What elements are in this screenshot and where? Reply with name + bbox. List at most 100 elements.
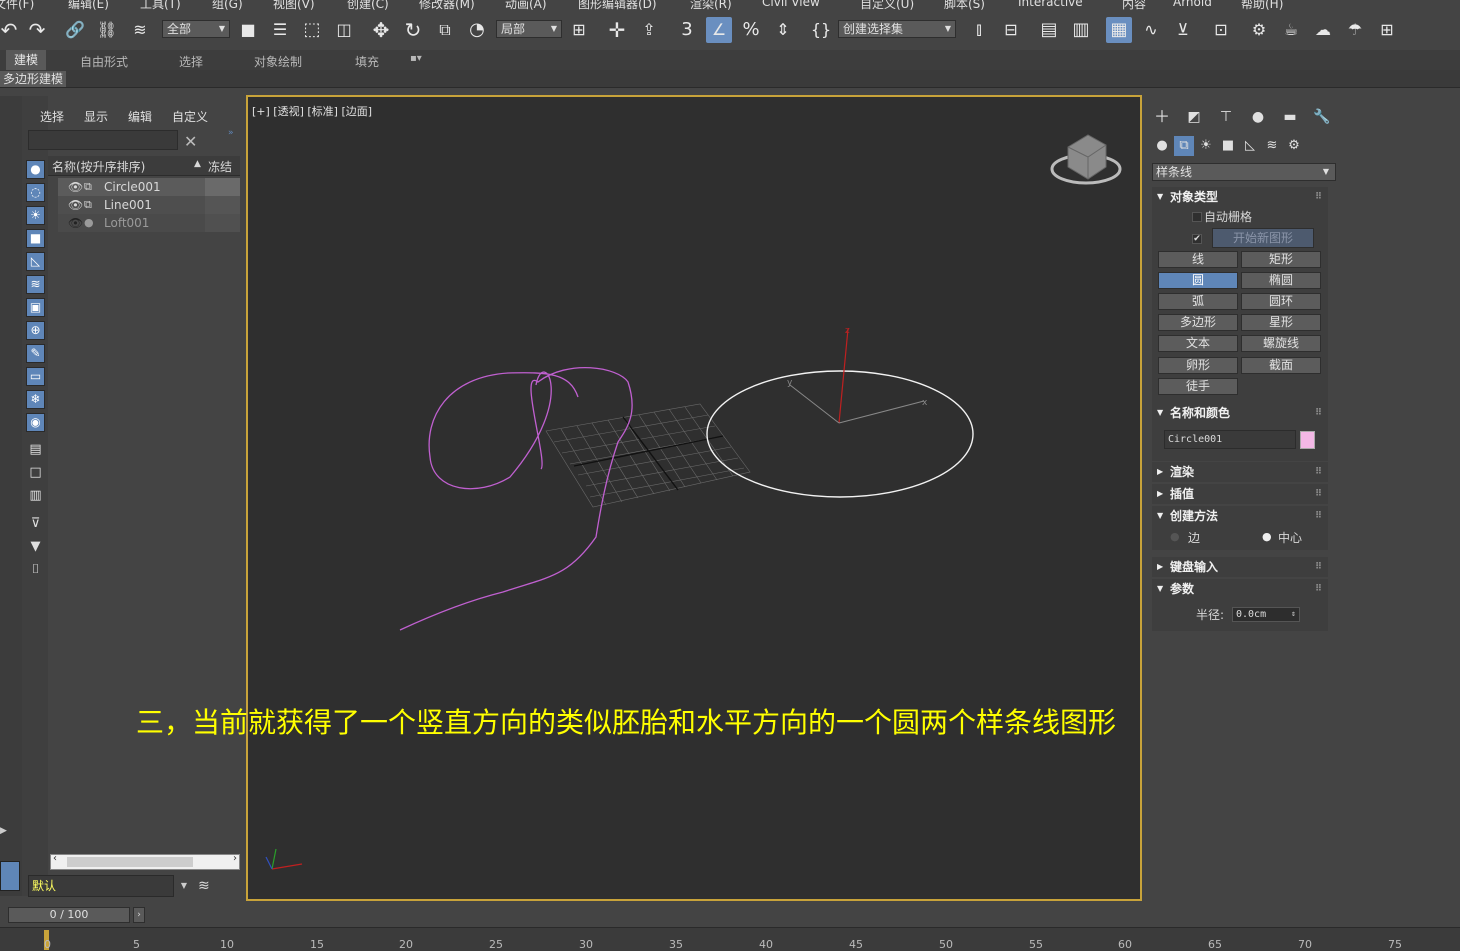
menu-rendering[interactable]: 渲染(R) <box>690 0 732 10</box>
curve-editor-icon[interactable]: ∿ <box>1138 17 1164 43</box>
expand-arrow-icon[interactable]: ▶ <box>0 826 7 836</box>
filter-selected-icon[interactable]: ⊽ <box>26 514 45 533</box>
visible-eye-icon[interactable]: 👁 <box>68 178 83 196</box>
object-color-swatch[interactable] <box>1300 431 1315 449</box>
undo-icon[interactable]: ↶ <box>0 17 22 43</box>
keyboard-shortcut-icon[interactable]: ⇪ <box>636 17 662 43</box>
scene-row-circle001[interactable]: 👁 ⧉ Circle001 <box>58 178 240 196</box>
cameras-category-icon[interactable]: ■ <box>1218 136 1238 156</box>
material-editor-icon[interactable]: ⚙ <box>1246 17 1272 43</box>
render-production-icon[interactable]: ☂ <box>1342 17 1368 43</box>
menu-civil-view[interactable]: Civil View <box>762 0 820 9</box>
helpers-category-icon[interactable]: ◺ <box>1240 136 1260 156</box>
display-frozen-icon[interactable]: ❄ <box>26 390 45 409</box>
helix-button[interactable]: 螺旋线 <box>1241 335 1321 352</box>
display-all-icon[interactable]: ▤ <box>26 440 45 459</box>
geometry-category-icon[interactable]: ● <box>1152 136 1172 156</box>
track-bar[interactable]: 0 5 10 15 20 25 30 35 40 45 50 55 60 65 … <box>0 927 1460 951</box>
rotate-icon[interactable]: ↻ <box>400 17 426 43</box>
link-icon[interactable]: 🔗 <box>62 17 88 43</box>
menu-tools[interactable]: 工具(T) <box>140 0 181 10</box>
circle-button[interactable]: 圆 <box>1158 272 1238 289</box>
freehand-button[interactable]: 徒手 <box>1158 378 1238 395</box>
tab-freeform[interactable]: 自由形式 <box>80 53 128 70</box>
column-frozen-header[interactable]: 冻结 <box>208 158 232 175</box>
tab-selection[interactable]: 选择 <box>179 53 203 70</box>
rollout-title[interactable]: 渲染 <box>1170 462 1194 482</box>
named-selection-dropdown[interactable]: 创建选择集 ▼ <box>838 20 956 38</box>
egg-button[interactable]: 卵形 <box>1158 357 1238 374</box>
radius-spinner[interactable]: 0.0cm ⇕ <box>1232 607 1300 622</box>
menu-customize[interactable]: 自定义(U) <box>860 0 914 10</box>
bind-spacewarp-icon[interactable]: ≋ <box>127 17 153 43</box>
display-invert-icon[interactable]: ▥ <box>26 486 45 505</box>
donut-button[interactable]: 圆环 <box>1241 293 1321 310</box>
spinner-snap-icon[interactable]: ⇕ <box>770 17 796 43</box>
snaps-toggle-icon[interactable]: 3 <box>674 17 700 43</box>
rollout-title[interactable]: 参数 <box>1170 579 1194 599</box>
visible-eye-icon[interactable]: 👁 <box>68 196 83 214</box>
menu-scripting[interactable]: 脚本(S) <box>944 0 985 10</box>
render-frame-icon[interactable]: ☁ <box>1310 17 1336 43</box>
scroll-right-icon[interactable]: › <box>233 853 237 864</box>
select-manipulate-icon[interactable]: ✛ <box>604 17 630 43</box>
display-none-icon[interactable]: □ <box>26 463 45 482</box>
center-radio[interactable]: ● <box>1262 530 1272 543</box>
select-object-icon[interactable]: ■ <box>235 17 261 43</box>
auto-grid-checkbox[interactable] <box>1192 212 1202 222</box>
modify-tab-icon[interactable]: ◩ <box>1182 106 1206 128</box>
rectangle-button[interactable]: 矩形 <box>1241 251 1321 268</box>
display-hidden-icon[interactable]: ◉ <box>26 413 45 432</box>
move-icon[interactable]: ✥ <box>368 17 394 43</box>
collapse-triangle-icon[interactable]: ▼ <box>1157 506 1163 526</box>
time-slider[interactable]: 0 / 100 <box>8 907 130 923</box>
pivot-center-icon[interactable]: ⊞ <box>566 17 592 43</box>
expand-triangle-icon[interactable]: ▶ <box>1157 462 1163 482</box>
text-button[interactable]: 文本 <box>1158 335 1238 352</box>
ref-coord-dropdown[interactable]: 局部 ▼ <box>496 20 562 38</box>
render-setup-icon[interactable]: ☕ <box>1278 17 1304 43</box>
perspective-viewport[interactable]: [+] [透视] [标准] [边面] z y x 三，当前就获得了一个竖直方向的… <box>136 95 1142 901</box>
explorer-expand-icon[interactable]: » <box>228 128 234 138</box>
hidden-eye-icon[interactable]: 👁 <box>68 214 83 232</box>
object-name-input[interactable]: Circle001 <box>1164 430 1296 449</box>
menu-create[interactable]: 创建(C) <box>347 0 389 10</box>
display-cameras-icon[interactable]: ■ <box>26 229 45 248</box>
toggle-scene-explorer-icon[interactable]: ▦ <box>1106 17 1132 43</box>
ribbon-options-icon[interactable]: ▪▾ <box>410 53 422 64</box>
frozen-cell[interactable] <box>205 196 240 214</box>
shapes-category-icon[interactable]: ⧉ <box>1174 136 1194 156</box>
collapse-triangle-icon[interactable]: ▼ <box>1157 579 1163 599</box>
frozen-cell[interactable] <box>205 178 240 196</box>
tab-modeling[interactable]: 建模 <box>6 50 47 70</box>
shape-type-dropdown[interactable]: 样条线 ▼ <box>1152 163 1336 181</box>
spacewarps-category-icon[interactable]: ≋ <box>1262 136 1282 156</box>
schematic-view-icon[interactable]: ⊡ <box>1208 17 1234 43</box>
scene-row-line001[interactable]: 👁 ⧉ Line001 <box>58 196 240 214</box>
explorer-search-input[interactable] <box>28 130 178 150</box>
create-tab-icon[interactable]: ＋ <box>1150 106 1174 128</box>
rollout-title[interactable]: 创建方法 <box>1170 506 1218 526</box>
display-xrefs-icon[interactable]: ⊕ <box>26 321 45 340</box>
selection-filter-dropdown[interactable]: 全部 ▼ <box>162 20 230 38</box>
ngon-button[interactable]: 多边形 <box>1158 314 1238 331</box>
display-containers-icon[interactable]: ▭ <box>26 367 45 386</box>
explorer-tab-edit[interactable]: 编辑 <box>128 108 152 125</box>
star-button[interactable]: 星形 <box>1241 314 1321 331</box>
scrollbar-thumb[interactable] <box>67 857 193 867</box>
expand-triangle-icon[interactable]: ▶ <box>1157 557 1163 577</box>
rollout-title[interactable]: 插值 <box>1170 484 1194 504</box>
viewcube-icon[interactable] <box>1050 134 1122 185</box>
collapse-triangle-icon[interactable]: ▼ <box>1157 403 1163 423</box>
hierarchy-tab-icon[interactable]: ⊤ <box>1214 106 1238 128</box>
line-button[interactable]: 线 <box>1158 251 1238 268</box>
mirror-icon[interactable]: ⫾ <box>966 17 992 43</box>
polygon-modeling-label[interactable]: 多边形建模 <box>0 71 67 87</box>
layers-icon[interactable]: ≋ <box>198 878 210 894</box>
display-bones-icon[interactable]: ✎ <box>26 344 45 363</box>
display-helpers-icon[interactable]: ◺ <box>26 252 45 271</box>
lights-category-icon[interactable]: ☀ <box>1196 136 1216 156</box>
menu-interactive[interactable]: Interactive <box>1018 0 1083 9</box>
percent-snap-icon[interactable]: % <box>738 17 764 43</box>
display-geometry-icon[interactable]: ● <box>26 160 45 179</box>
